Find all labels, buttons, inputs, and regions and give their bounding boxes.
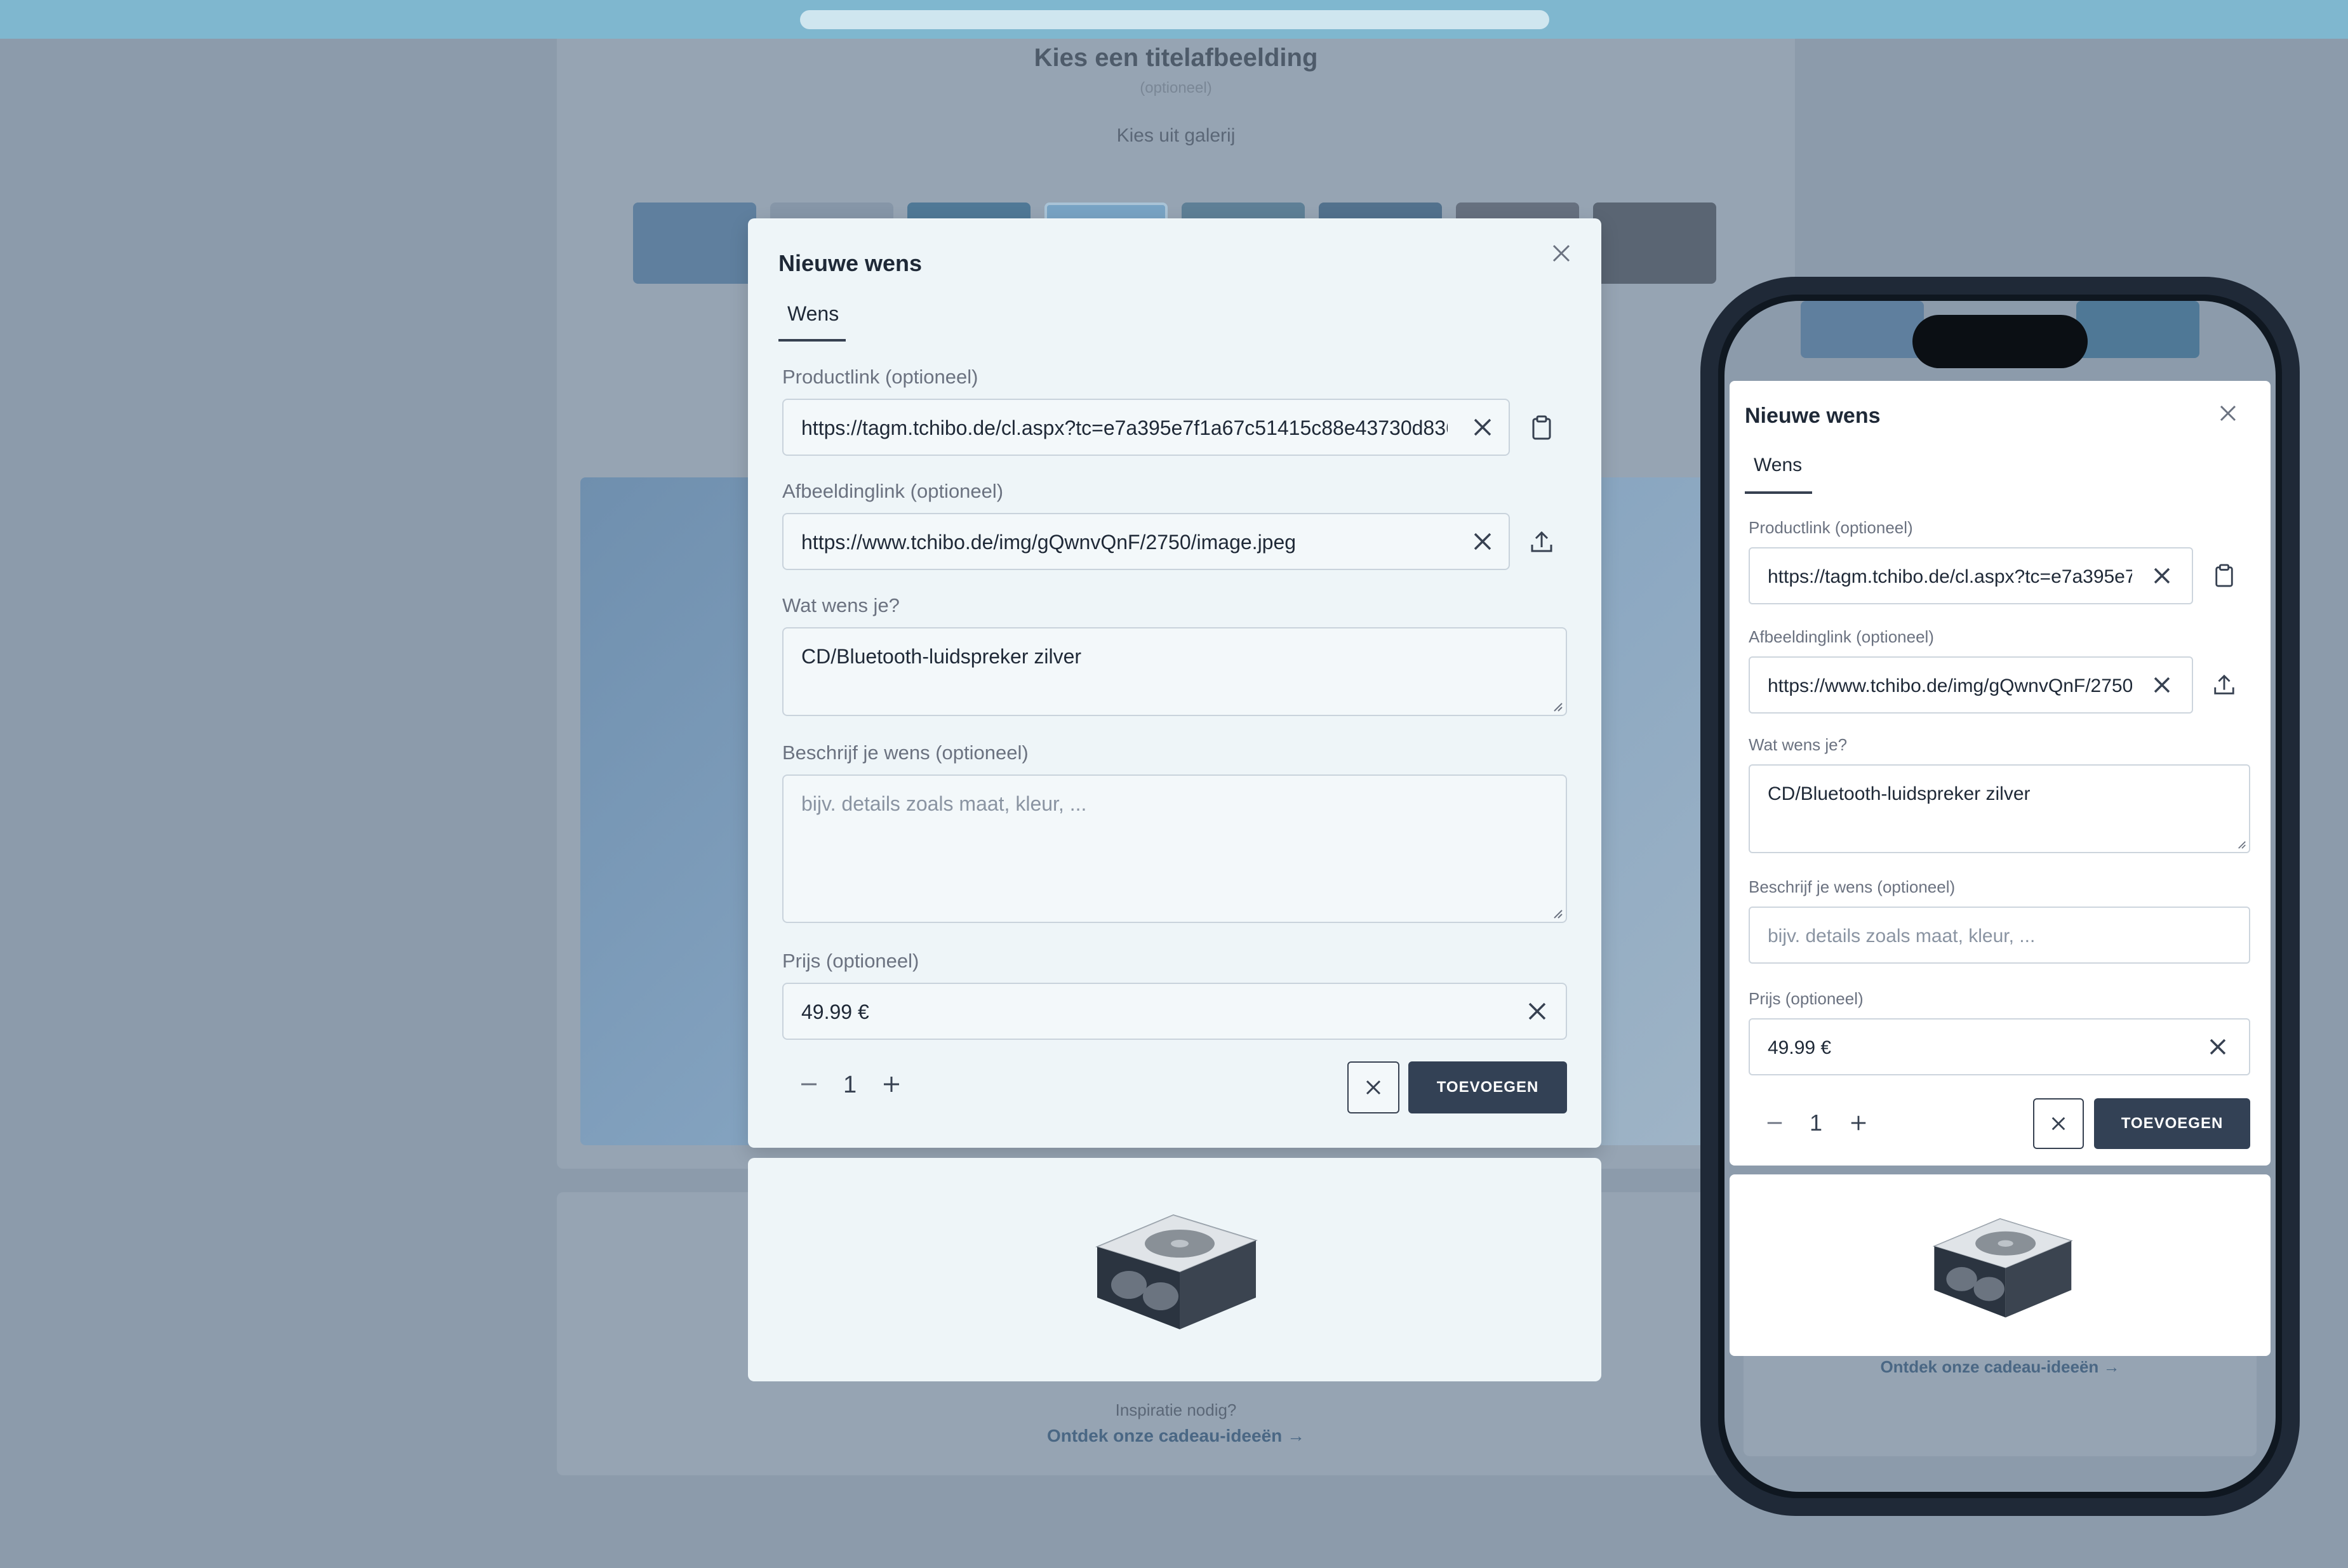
- phone-gallery-thumb[interactable]: [1801, 301, 1924, 358]
- image-link-input[interactable]: https://www.tchibo.de/img/gQwnvQnF/2750/…: [782, 513, 1510, 570]
- wish-textarea[interactable]: CD/Bluetooth-luidspreker zilver: [782, 627, 1567, 716]
- browser-top-bar: [0, 0, 2348, 39]
- image-link-label: Afbeeldinglink (optioneel): [782, 480, 1004, 502]
- description-placeholder: bijv. details zoals maat, kleur, ...: [801, 792, 1087, 815]
- background-optional: (optioneel): [1140, 79, 1212, 96]
- gallery-label: Kies uit galerij: [1116, 125, 1236, 146]
- minus-icon[interactable]: [799, 1074, 819, 1098]
- description-textarea[interactable]: bijv. details zoals maat, kleur, ...: [782, 774, 1567, 923]
- turntable-product-image: [1932, 1218, 2073, 1318]
- clear-image-link-x-icon[interactable]: [1472, 531, 1493, 555]
- phone-wish-textarea[interactable]: CD/Bluetooth-luidspreker zilver: [1749, 764, 2250, 853]
- resize-grip-icon[interactable]: [1553, 909, 1563, 919]
- phone-product-link-label: Productlink (optioneel): [1749, 518, 1913, 537]
- price-value: 49.99 €: [801, 1000, 869, 1023]
- address-bar[interactable]: [800, 10, 1549, 29]
- phone-description-placeholder: bijv. details zoals maat, kleur, ...: [1768, 926, 2036, 947]
- inspiration-link[interactable]: Ontdek onze cadeau-ideeën →: [557, 1426, 1795, 1446]
- quantity-value: 1: [843, 1072, 857, 1098]
- upload-icon[interactable]: [1529, 529, 1554, 558]
- dynamic-island: [1912, 315, 2088, 368]
- phone-image-link-input[interactable]: https://www.tchibo.de/img/gQwnvQnF/2750/…: [1749, 656, 2193, 714]
- phone-wish-label: Wat wens je?: [1749, 735, 1848, 754]
- clipboard-icon[interactable]: [2213, 564, 2235, 591]
- phone-quantity-value: 1: [1810, 1110, 1823, 1136]
- price-input[interactable]: 49.99 €: [782, 983, 1567, 1040]
- phone-modal-title: Nieuwe wens: [1745, 404, 1881, 428]
- tab-active-indicator: [778, 339, 846, 342]
- product-link-label: Productlink (optioneel): [782, 366, 978, 388]
- wish-value: CD/Bluetooth-luidspreker zilver: [801, 645, 1082, 668]
- phone-wish-value: CD/Bluetooth-luidspreker zilver: [1768, 783, 2031, 804]
- turntable-product-image: [1095, 1214, 1258, 1329]
- close-icon[interactable]: [2218, 404, 2238, 426]
- product-preview-card: [748, 1158, 1601, 1381]
- resize-grip-icon[interactable]: [1553, 702, 1563, 712]
- clipboard-icon[interactable]: [1530, 415, 1553, 444]
- phone-tab-active-indicator: [1745, 491, 1812, 494]
- gallery-thumb[interactable]: [1593, 203, 1716, 284]
- plus-icon[interactable]: [1849, 1113, 1868, 1136]
- phone-tab-wish[interactable]: Wens: [1754, 455, 1802, 476]
- background-heading: Kies een titelafbeelding: [1034, 44, 1318, 72]
- phone-price-label: Prijs (optioneel): [1749, 989, 1864, 1008]
- x-icon: [1366, 1080, 1381, 1095]
- clear-price-x-icon[interactable]: [1526, 1000, 1548, 1025]
- modal-title: Nieuwe wens: [778, 250, 923, 276]
- plus-icon[interactable]: [881, 1074, 902, 1098]
- clear-price-x-icon[interactable]: [2208, 1037, 2227, 1060]
- cancel-button[interactable]: [1347, 1061, 1399, 1113]
- clear-image-link-x-icon[interactable]: [2152, 675, 2171, 698]
- phone-cancel-button[interactable]: [2033, 1098, 2084, 1149]
- description-label: Beschrijf je wens (optioneel): [782, 741, 1029, 764]
- phone-price-value: 49.99 €: [1768, 1037, 1832, 1058]
- product-link-value: https://tagm.tchibo.de/cl.aspx?tc=e7a395…: [801, 416, 1448, 439]
- price-label: Prijs (optioneel): [782, 950, 919, 972]
- phone-image-link-value: https://www.tchibo.de/img/gQwnvQnF/2750/…: [1768, 675, 2132, 696]
- phone-gallery-thumb[interactable]: [2076, 301, 2199, 358]
- clear-product-link-x-icon[interactable]: [1472, 416, 1493, 441]
- phone-new-wish-modal: Nieuwe wens Wens Productlink (optioneel)…: [1730, 381, 2271, 1166]
- gallery-thumb[interactable]: [633, 203, 756, 284]
- upload-icon[interactable]: [2212, 673, 2236, 700]
- add-button[interactable]: TOEVOEGEN: [1408, 1061, 1567, 1113]
- phone-product-preview-card: [1730, 1174, 2271, 1356]
- close-icon[interactable]: [1551, 243, 1572, 267]
- product-link-input[interactable]: https://tagm.tchibo.de/cl.aspx?tc=e7a395…: [782, 399, 1510, 456]
- phone-inspiration-link[interactable]: Ontdek onze cadeau-ideeën →: [1724, 1357, 2276, 1377]
- new-wish-modal: Nieuwe wens Wens Productlink (optioneel)…: [748, 218, 1601, 1148]
- wish-label: Wat wens je?: [782, 594, 900, 616]
- phone-image-link-label: Afbeeldinglink (optioneel): [1749, 627, 1934, 646]
- image-link-value: https://www.tchibo.de/img/gQwnvQnF/2750/…: [801, 531, 1297, 554]
- inspiration-text: Inspiratie nodig?: [1115, 1400, 1237, 1419]
- phone-product-link-value: https://tagm.tchibo.de/cl.aspx?tc=e7a395…: [1768, 566, 2132, 587]
- phone-add-button[interactable]: TOEVOEGEN: [2094, 1098, 2250, 1149]
- phone-price-input[interactable]: 49.99 €: [1749, 1018, 2250, 1075]
- minus-icon[interactable]: [1765, 1113, 1784, 1136]
- phone-description-textarea[interactable]: bijv. details zoals maat, kleur, ...: [1749, 907, 2250, 964]
- clear-product-link-x-icon[interactable]: [2152, 566, 2171, 588]
- tab-wish[interactable]: Wens: [787, 302, 839, 326]
- phone-description-label: Beschrijf je wens (optioneel): [1749, 877, 1956, 896]
- resize-grip-icon[interactable]: [2238, 840, 2246, 849]
- phone-product-link-input[interactable]: https://tagm.tchibo.de/cl.aspx?tc=e7a395…: [1749, 547, 2193, 604]
- x-icon: [2051, 1117, 2065, 1131]
